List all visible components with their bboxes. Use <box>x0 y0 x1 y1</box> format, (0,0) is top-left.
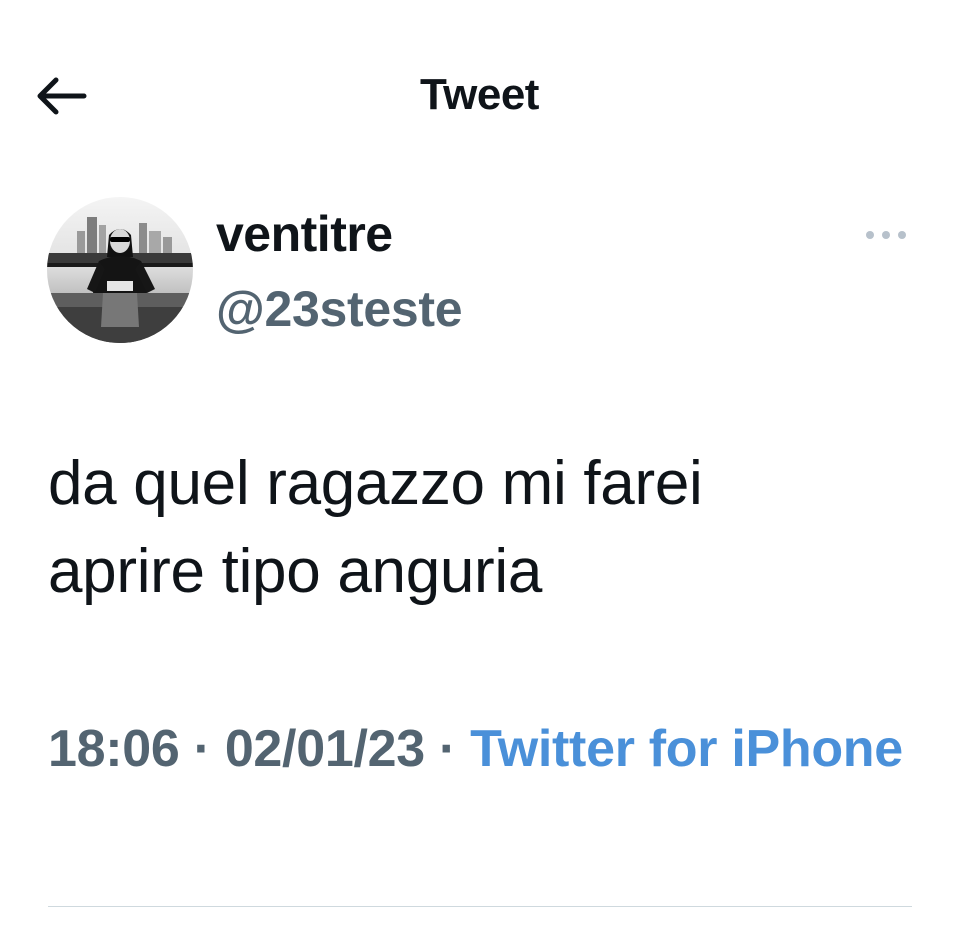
tweet-text-line: aprire tipo anguria <box>48 537 543 606</box>
tweet-time[interactable]: 18:06 <box>48 720 180 778</box>
tweet-text-line: da quel ragazzo mi farei <box>48 449 703 518</box>
avatar-photo <box>47 197 193 343</box>
user-handle[interactable]: @23steste <box>216 280 463 338</box>
more-horizontal-icon <box>866 231 906 239</box>
separator-dot: · <box>179 720 225 778</box>
display-name[interactable]: ventitre <box>216 205 393 263</box>
tweet-metadata: 18:06 · 02/01/23 · Twitter for iPhone <box>48 710 928 788</box>
page-title: Tweet <box>420 70 539 119</box>
tweet-date[interactable]: 02/01/23 <box>225 720 425 778</box>
separator-dot: · <box>424 720 471 778</box>
top-bar: Tweet <box>0 0 959 190</box>
tweet-text: da quel ragazzo mi farei aprire tipo ang… <box>48 440 918 616</box>
avatar[interactable] <box>47 197 193 343</box>
tweet-source-link[interactable]: Twitter for iPhone <box>470 720 903 778</box>
more-button[interactable] <box>858 218 914 252</box>
divider <box>48 906 912 907</box>
